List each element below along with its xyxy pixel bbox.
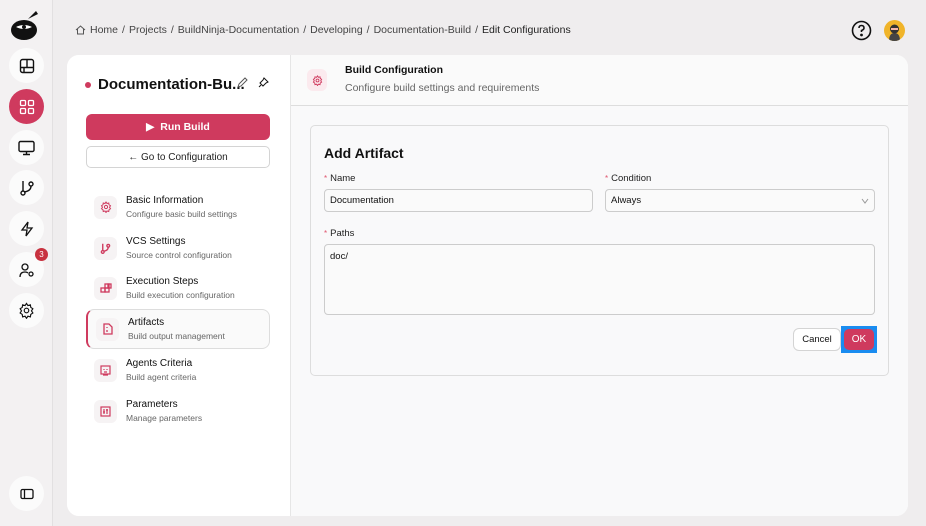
name-input[interactable]: Documentation (324, 189, 593, 212)
chevron-down-icon (861, 198, 869, 204)
layout-icon (19, 58, 34, 73)
ok-button[interactable]: OK (841, 326, 877, 353)
help-icon[interactable] (851, 20, 872, 41)
monitor-icon (18, 140, 35, 155)
gear-icon (307, 69, 327, 91)
user-avatar[interactable] (884, 20, 905, 41)
breadcrumb-separator: / (475, 24, 478, 36)
nav-item-title: Execution Steps (126, 276, 199, 287)
nav-item-subtitle: Build output management (128, 331, 225, 341)
nav-item-subtitle: Manage parameters (126, 413, 203, 423)
form-title: Add Artifact (324, 145, 404, 161)
condition-value: Always (611, 195, 642, 206)
lightning-icon (20, 221, 33, 236)
name-label: * Name (324, 173, 355, 184)
main-card: Documentation-Bu... ▶ Run Build ← Go to C… (67, 55, 908, 516)
play-icon: ▶ (146, 121, 155, 133)
header-title: Build Configuration (345, 64, 443, 76)
nav-item-subtitle: Source control configuration (126, 250, 232, 260)
breadcrumb-separator: / (366, 24, 370, 36)
nav-item-title: VCS Settings (126, 236, 186, 247)
home-icon (75, 25, 86, 35)
sidebar-toggle-button[interactable] (9, 476, 44, 511)
run-build-label: Run Build (160, 121, 210, 133)
paths-label: * Paths (324, 228, 354, 239)
breadcrumb-separator: / (122, 24, 125, 36)
notification-badge: 3 (35, 248, 48, 261)
nav-item-basic-information[interactable]: Basic Information Configure basic build s… (86, 187, 270, 227)
pin-icon[interactable] (258, 77, 269, 88)
rail-dashboard-button[interactable] (9, 48, 44, 83)
user-settings-icon (18, 262, 34, 277)
rail-monitor-button[interactable] (9, 130, 44, 165)
breadcrumb-build[interactable]: Documentation-Build (374, 24, 471, 36)
nav-item-vcs-settings[interactable]: VCS Settings Source control configuration (86, 228, 270, 268)
nav-item-subtitle: Configure basic build settings (126, 209, 238, 219)
nav-item-parameters[interactable]: Parameters Manage parameters (86, 391, 270, 431)
nav-item-subtitle: Build agent criteria (126, 372, 197, 382)
breadcrumb: Home / Projects / BuildNinja-Documentation… (75, 24, 571, 36)
nav-item-execution-steps[interactable]: Execution Steps Build execution configura… (86, 268, 270, 308)
breadcrumb-separator: / (303, 24, 307, 36)
left-rail: 3 (0, 0, 53, 526)
paths-textarea[interactable]: doc/ (324, 244, 875, 315)
nav-item-title: Parameters (126, 399, 178, 410)
rail-projects-button[interactable] (9, 89, 44, 124)
ninja-avatar-icon (889, 24, 900, 41)
gear-icon (94, 195, 117, 219)
name-label-text: Name (330, 173, 356, 184)
header-subtitle: Configure build settings and requirement… (345, 82, 540, 94)
file-icon (96, 317, 119, 341)
logo-icon (11, 11, 38, 40)
config-sidebar: Documentation-Bu... ▶ Run Build ← Go to C… (67, 55, 291, 516)
breadcrumb-project[interactable]: BuildNinja-Documentation (178, 24, 299, 36)
ok-label: OK (844, 329, 874, 350)
paths-label-text: Paths (330, 228, 355, 239)
condition-select[interactable]: Always (605, 189, 875, 212)
nav-item-agents-criteria[interactable]: Agents Criteria Build agent criteria (86, 350, 270, 390)
nav-item-title: Artifacts (128, 317, 165, 328)
content-panel: Build Configuration Configure build sett… (291, 55, 908, 516)
add-artifact-form: Add Artifact * Name Documentation * Condit… (310, 125, 889, 376)
condition-label: * Condition (605, 173, 651, 184)
build-name: Documentation-Bu... (98, 76, 245, 93)
status-dot (85, 81, 91, 88)
required-mark: * (324, 229, 328, 238)
go-to-configuration-button[interactable]: ← Go to Configuration (86, 146, 270, 168)
rail-vcs-button[interactable] (9, 170, 44, 205)
breadcrumb-separator: / (170, 24, 174, 36)
condition-label-text: Condition (611, 173, 652, 184)
required-mark: * (605, 174, 609, 183)
nav-item-title: Basic Information (126, 195, 204, 206)
sliders-icon (94, 399, 117, 423)
nav-item-artifacts[interactable]: Artifacts Build output management (86, 309, 270, 349)
content-header: Build Configuration Configure build sett… (291, 55, 908, 106)
steps-icon (94, 276, 117, 300)
breadcrumb-developing[interactable]: Developing (310, 24, 363, 36)
gear-icon (19, 302, 34, 319)
grid-icon (19, 99, 34, 114)
breadcrumb-current: Edit Configurations (481, 24, 571, 36)
rail-settings-button[interactable] (9, 293, 44, 328)
required-mark: * (324, 174, 328, 183)
cancel-button[interactable]: Cancel (793, 328, 841, 351)
panel-icon (19, 488, 34, 499)
git-branch-icon (94, 236, 117, 260)
pencil-icon[interactable] (237, 77, 248, 88)
nav-item-title: Agents Criteria (126, 358, 193, 369)
breadcrumb-projects[interactable]: Projects (129, 24, 167, 36)
breadcrumb-home[interactable]: Home (90, 24, 118, 36)
agent-icon (94, 358, 117, 382)
rail-users-button[interactable]: 3 (9, 248, 48, 287)
rail-actions-button[interactable] (9, 211, 44, 246)
build-title: Documentation-Bu... (85, 76, 245, 93)
nav-item-subtitle: Build execution configuration (126, 290, 235, 300)
run-build-button[interactable]: ▶ Run Build (86, 114, 270, 140)
git-branch-icon (19, 180, 34, 196)
